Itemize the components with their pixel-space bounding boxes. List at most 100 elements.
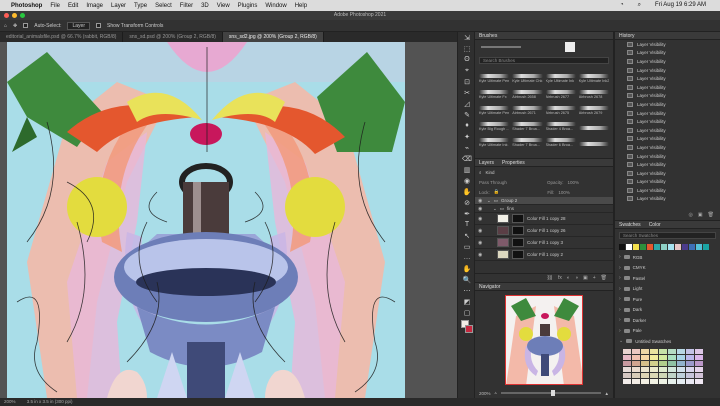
eye-icon[interactable]: ◉ <box>478 240 484 246</box>
layer-row[interactable]: ◉ Color Fill 1 copy 2 <box>475 249 613 261</box>
recent-swatch[interactable] <box>633 244 639 250</box>
swatch[interactable] <box>650 360 658 366</box>
swatch[interactable] <box>686 360 694 366</box>
search-icon[interactable]: ⌕ <box>638 2 641 9</box>
swatch[interactable] <box>677 360 685 366</box>
wifi-icon[interactable]: ◔ <box>620 2 624 9</box>
swatch[interactable] <box>659 354 667 360</box>
brush-preset[interactable]: Kyle Ultimate Ink ... <box>479 133 510 147</box>
marquee-tool-icon[interactable]: ⬚ <box>458 43 476 54</box>
layer-row-fins[interactable]: ◉ ⌄ ▭ fins <box>475 205 613 213</box>
menu-edit[interactable]: Edit <box>68 3 78 9</box>
eye-icon[interactable]: ◉ <box>478 252 484 258</box>
recent-swatch[interactable] <box>696 244 702 250</box>
chevron-right-icon[interactable]: › <box>619 296 621 302</box>
hand-tool-icon[interactable]: ✋ <box>458 263 476 274</box>
status-zoom[interactable]: 200% <box>4 399 16 404</box>
recent-swatch[interactable] <box>661 244 667 250</box>
slice-tool-icon[interactable]: ✂ <box>458 87 476 98</box>
layer-row-group-2[interactable]: ◉ ⌄ ▭ Group 2 <box>475 197 613 205</box>
swatch-folder[interactable]: › Pale <box>615 326 720 337</box>
zoom-in-icon[interactable]: ▲ <box>605 391 609 396</box>
brush-preset[interactable]: Shader 6 Broa... <box>545 133 576 147</box>
swatch[interactable] <box>659 372 667 378</box>
brush-preset[interactable]: Airbrush 2675 <box>545 101 576 115</box>
screen-mode-icon[interactable]: ▢ <box>458 307 476 318</box>
opacity-field[interactable]: 100% <box>568 180 580 185</box>
swatch[interactable] <box>695 366 703 372</box>
tab-layers[interactable]: Layers <box>479 159 494 166</box>
tab-swatches[interactable]: Swatches <box>619 221 641 228</box>
swatch[interactable] <box>641 378 649 384</box>
menu-3d[interactable]: 3D <box>201 3 209 9</box>
swatch[interactable] <box>623 378 631 384</box>
gradient-tool-icon[interactable]: ▥ <box>458 164 476 175</box>
menu-layer[interactable]: Layer <box>111 3 126 9</box>
zoom-window-button[interactable] <box>20 13 25 18</box>
history-item[interactable]: Layer Visibility <box>615 117 720 126</box>
eye-icon[interactable]: ◉ <box>478 228 484 234</box>
swatch[interactable] <box>686 366 694 372</box>
chevron-down-icon[interactable]: ⌄ <box>619 338 623 344</box>
swatch[interactable] <box>677 378 685 384</box>
swatch[interactable] <box>623 360 631 366</box>
history-item[interactable]: Layer Visibility <box>615 109 720 118</box>
chevron-down-icon[interactable]: ⌄ <box>493 206 497 212</box>
chevron-right-icon[interactable]: › <box>619 265 621 271</box>
history-item[interactable]: Layer Visibility <box>615 186 720 195</box>
adjustment-layer-icon[interactable]: ◑ <box>575 275 578 281</box>
swatch[interactable] <box>668 348 676 354</box>
swatch-folder-expanded[interactable]: ⌄ Untitled Swatches <box>615 336 720 347</box>
blend-mode-dropdown[interactable]: Pass Through <box>479 180 519 185</box>
history-item[interactable]: Layer Visibility <box>615 49 720 58</box>
menu-help[interactable]: Help <box>295 3 307 9</box>
swatch[interactable] <box>695 372 703 378</box>
history-item[interactable]: Layer Visibility <box>615 100 720 109</box>
swatch[interactable] <box>623 366 631 372</box>
swatch[interactable] <box>668 372 676 378</box>
tab-editorial-animals[interactable]: editorial_animalsfile.psd @ 66.7% (rabbi… <box>0 32 124 42</box>
swatch[interactable] <box>632 360 640 366</box>
healing-tool-icon[interactable]: ✦ <box>458 131 476 142</box>
canvas-area[interactable] <box>0 42 457 398</box>
show-transform-checkbox[interactable] <box>96 23 101 28</box>
zoom-slider-handle[interactable] <box>550 390 555 396</box>
brush-preset[interactable]: Shader 7 Broa... <box>512 133 543 147</box>
recent-swatch[interactable] <box>682 244 688 250</box>
menu-photoshop[interactable]: Photoshop <box>11 3 42 9</box>
eye-icon[interactable]: ◉ <box>478 216 484 222</box>
auto-select-target-dropdown[interactable]: Layer <box>67 21 90 30</box>
brush-preset[interactable]: Kyle Ultimate Pen <box>479 101 510 115</box>
swatch[interactable] <box>677 366 685 372</box>
history-title[interactable]: History <box>619 32 635 39</box>
swatch[interactable] <box>677 354 685 360</box>
swatch[interactable] <box>686 354 694 360</box>
swatch[interactable] <box>650 372 658 378</box>
navigator-zoom-slider[interactable] <box>500 390 601 396</box>
swatch[interactable] <box>632 372 640 378</box>
eye-icon[interactable]: ◉ <box>478 198 484 204</box>
brush-preset[interactable] <box>578 117 609 131</box>
swatch[interactable] <box>668 378 676 384</box>
layer-kind-filter[interactable]: Kind <box>486 170 495 175</box>
menu-filter[interactable]: Filter <box>180 3 193 9</box>
history-item[interactable]: Layer Visibility <box>615 135 720 144</box>
swatch-folder[interactable]: › Light <box>615 284 720 295</box>
brush-preset[interactable]: Airbrush 2678 <box>578 85 609 99</box>
swatch[interactable] <box>650 354 658 360</box>
quick-mask-icon[interactable]: ◩ <box>458 296 476 307</box>
swatch[interactable] <box>623 354 631 360</box>
eraser-tool-icon[interactable]: ⌫ <box>458 153 476 164</box>
history-item[interactable]: Layer Visibility <box>615 152 720 161</box>
brush-preset[interactable]: Shader 4 Broa... <box>545 117 576 131</box>
brush-preset[interactable]: Airbrush 2671 <box>512 101 543 115</box>
eye-icon[interactable]: ◉ <box>478 206 484 212</box>
swatch-folder[interactable]: › Pastel <box>615 273 720 284</box>
edit-toolbar-icon[interactable]: ⋯ <box>458 285 476 296</box>
recent-swatch[interactable] <box>626 244 632 250</box>
swatch[interactable] <box>659 348 667 354</box>
eyedropper-tool-icon[interactable]: ◿ <box>458 98 476 109</box>
recent-swatch[interactable] <box>647 244 653 250</box>
swatch[interactable] <box>677 348 685 354</box>
history-item[interactable]: Layer Visibility <box>615 92 720 101</box>
